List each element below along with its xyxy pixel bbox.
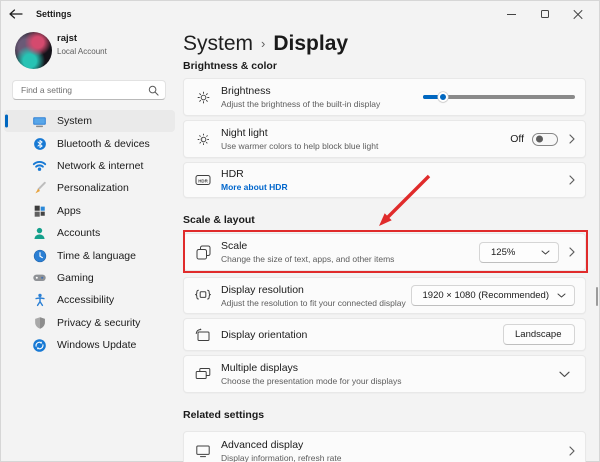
sidebar-item-gaming[interactable]: Gaming [4,267,175,289]
scrollbar-thumb[interactable] [595,287,598,306]
search-box[interactable] [12,80,166,100]
scale-dropdown-value: 125% [491,246,516,258]
breadcrumb: System › Display [183,32,348,56]
accessibility-icon [32,293,47,308]
display-orientation-title: Display orientation [221,328,308,341]
hdr-row[interactable]: HDR HDR More about HDR [183,162,586,198]
chevron-expand-icon[interactable] [559,371,570,378]
maximize-icon [540,10,549,18]
scale-title: Scale [221,240,248,252]
night-light-icon [194,131,212,147]
chevron-down-icon [541,250,550,254]
maximize-button[interactable] [528,0,561,28]
hdr-title: HDR [221,168,244,180]
brightness-row[interactable]: Brightness Adjust the brightness of the … [183,78,586,116]
svg-text:HDR: HDR [198,178,208,183]
display-orientation-icon [194,327,212,343]
apps-icon [32,203,47,218]
chevron-right-icon [569,247,575,257]
night-light-toggle-label: Off [510,133,524,145]
minimize-icon [507,13,516,15]
hdr-more-link[interactable]: More about HDR [221,182,569,192]
display-resolution-dropdown[interactable]: 1920 × 1080 (Recommended) [410,285,575,306]
close-icon [573,9,583,19]
multiple-displays-icon [194,366,212,382]
display-resolution-subtitle: Adjust the resolution to fit your connec… [221,297,406,308]
user-account-type: Local Account [57,47,107,56]
search-icon [148,85,159,96]
avatar[interactable] [15,32,52,69]
breadcrumb-parent[interactable]: System [183,32,253,56]
brightness-slider[interactable] [423,92,575,102]
sidebar-item-apps[interactable]: Apps [4,200,175,222]
scale-subtitle: Change the size of text, apps, and other… [221,254,395,264]
advanced-display-title: Advanced display [221,439,304,451]
settings-window: Settings rajst Local Account System Blue… [0,0,600,462]
advanced-display-row[interactable]: Advanced display Display information, re… [183,431,586,462]
gaming-icon [32,270,47,285]
close-button[interactable] [561,0,594,28]
sidebar-item-system[interactable]: System [4,110,175,133]
window-title: Settings [36,9,72,19]
sidebar-item-accessibility[interactable]: Accessibility [4,289,175,311]
section-related-settings: Related settings [183,409,265,421]
titlebar: Settings [0,0,600,28]
brightness-slider-thumb[interactable] [437,92,448,102]
night-light-row[interactable]: Night light Use warmer colors to help bl… [183,120,586,158]
display-resolution-title: Display resolution [221,283,304,296]
scale-dropdown[interactable]: 125% [479,241,559,263]
section-brightness-color: Brightness & color [183,60,277,72]
sidebar-item-accounts[interactable]: Accounts [4,222,175,244]
user-name: rajst [57,33,78,44]
night-light-title: Night light [221,127,268,139]
windows-update-icon [32,338,47,353]
chevron-down-icon [557,293,566,298]
brightness-subtitle: Adjust the brightness of the built-in di… [221,99,381,109]
hdr-icon: HDR [194,172,212,188]
page-title: Display [273,32,349,55]
display-resolution-dropdown-value: 1920 × 1080 (Recommended) [422,290,549,301]
sidebar-item-windows-update[interactable]: Windows Update [4,334,175,356]
scale-row[interactable]: Scale Change the size of text, apps, and… [183,233,586,271]
brightness-title: Brightness [221,85,271,97]
sidebar-item-personalization[interactable]: Personalization [4,177,175,199]
chevron-right-icon [569,175,575,185]
scale-icon [194,244,212,260]
display-resolution-icon [194,288,212,304]
sidebar-nav: System Bluetooth & devices Network & int… [4,110,175,356]
chevron-right-icon [569,446,575,456]
network-icon [32,158,47,173]
display-orientation-dropdown-value: Landscape [515,329,562,340]
chevron-right-icon [569,134,575,144]
sidebar-item-bluetooth-devices[interactable]: Bluetooth & devices [4,132,175,154]
back-arrow-icon [9,9,23,19]
sidebar-item-network-internet[interactable]: Network & internet [4,155,175,177]
multiple-displays-subtitle: Choose the presentation mode for your di… [221,376,402,386]
display-orientation-row[interactable]: Display orientation Landscape [183,318,586,351]
night-light-toggle[interactable] [532,132,558,146]
breadcrumb-separator: › [261,36,266,51]
system-icon [32,114,47,129]
back-button[interactable] [0,0,32,28]
section-scale-layout: Scale & layout [183,214,255,226]
privacy-security-icon [32,315,47,330]
display-orientation-dropdown[interactable]: Landscape [503,324,575,345]
night-light-subtitle: Use warmer colors to help block blue lig… [221,141,379,151]
multiple-displays-title: Multiple displays [221,362,299,374]
accounts-icon [32,226,47,241]
multiple-displays-row[interactable]: Multiple displays Choose the presentatio… [183,355,586,393]
bluetooth-icon [32,136,47,151]
time-language-icon [32,248,47,263]
advanced-display-subtitle: Display information, refresh rate [221,453,342,462]
advanced-display-icon [194,443,212,459]
sidebar-item-privacy-security[interactable]: Privacy & security [4,312,175,334]
brightness-icon [194,89,212,105]
minimize-button[interactable] [495,0,528,28]
search-input[interactable] [21,85,148,95]
sidebar-item-time-language[interactable]: Time & language [4,244,175,266]
personalization-icon [32,181,47,196]
display-resolution-row[interactable]: Display resolution Adjust the resolution… [183,277,586,314]
